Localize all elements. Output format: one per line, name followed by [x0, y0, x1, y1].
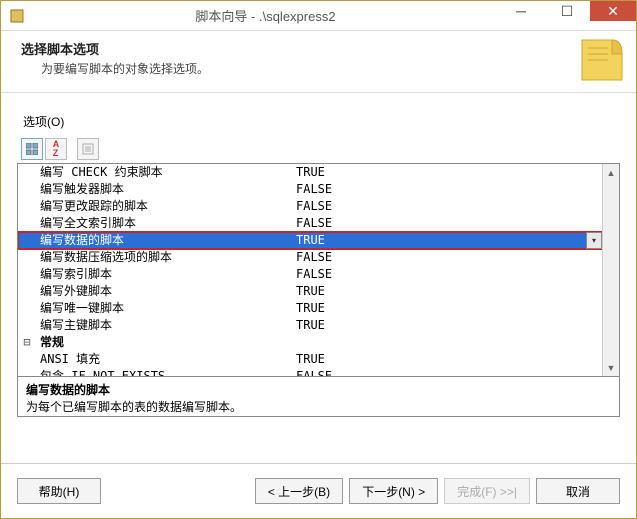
grid-row[interactable]: 编写唯一键脚本TRUE — [18, 300, 602, 317]
grid-row[interactable]: 编写更改跟踪的脚本FALSE — [18, 198, 602, 215]
grid-toolbar: AZ — [21, 138, 620, 160]
grid-row[interactable]: 包含 IF NOT EXISTSFALSE — [18, 368, 602, 377]
alphabetical-view-button[interactable]: AZ — [45, 138, 67, 160]
indent — [18, 300, 36, 317]
categorized-view-button[interactable] — [21, 138, 43, 160]
grid-row[interactable]: 编写外键脚本TRUE — [18, 283, 602, 300]
grid-row-label: 编写外键脚本 — [36, 283, 294, 300]
scrollbar[interactable]: ▲ ▼ — [602, 164, 619, 376]
window-buttons: ─ ☐ ✕ — [498, 1, 636, 30]
wizard-header: 选择脚本选项 为要编写脚本的对象选择选项。 — [1, 31, 636, 93]
indent — [18, 368, 36, 377]
wizard-body: 选项(O) AZ 编写 CHECK 约束脚本TRUE编写触发器脚本FALSE编写… — [1, 93, 636, 417]
grid-row-value[interactable]: TRUE — [294, 164, 602, 181]
grid-row[interactable]: 编写 CHECK 约束脚本TRUE — [18, 164, 602, 181]
grid-row[interactable]: 编写索引脚本FALSE — [18, 266, 602, 283]
grid-row-label: 编写索引脚本 — [36, 266, 294, 283]
scroll-up-icon[interactable]: ▲ — [603, 164, 619, 181]
grid-row-label: 编写全文索引脚本 — [36, 215, 294, 232]
options-grid[interactable]: 编写 CHECK 约束脚本TRUE编写触发器脚本FALSE编写更改跟踪的脚本FA… — [17, 163, 620, 377]
page-subtitle: 为要编写脚本的对象选择选项。 — [41, 60, 616, 77]
grid-category[interactable]: ⊟常规 — [18, 334, 602, 351]
grid-row-value[interactable]: FALSE — [294, 198, 602, 215]
indent — [18, 266, 36, 283]
help-button[interactable]: 帮助(H) — [17, 478, 101, 504]
grid-row-value[interactable]: TRUE — [294, 283, 602, 300]
page-title: 选择脚本选项 — [21, 39, 616, 58]
grid-row[interactable]: 编写触发器脚本FALSE — [18, 181, 602, 198]
indent — [18, 249, 36, 266]
grid-row[interactable]: 编写数据压缩选项的脚本FALSE — [18, 249, 602, 266]
wizard-icon — [578, 36, 626, 84]
cancel-button[interactable]: 取消 — [536, 478, 620, 504]
indent — [18, 164, 36, 181]
indent — [18, 198, 36, 215]
grid-row[interactable]: 编写数据的脚本TRUE — [18, 232, 602, 249]
indent — [18, 351, 36, 368]
description-title: 编写数据的脚本 — [26, 381, 611, 398]
scroll-down-icon[interactable]: ▼ — [603, 359, 619, 376]
grid-row-value[interactable]: FALSE — [294, 181, 602, 198]
chevron-down-icon[interactable]: ▾ — [586, 232, 602, 249]
grid-row-value[interactable]: TRUE — [294, 351, 602, 368]
grid-row-value[interactable]: TRUE — [294, 232, 602, 249]
grid-row-value[interactable]: FALSE — [294, 215, 602, 232]
next-button[interactable]: 下一步(N) > — [349, 478, 438, 504]
maximize-button[interactable]: ☐ — [544, 1, 590, 21]
description-box: 编写数据的脚本 为每个已编写脚本的表的数据编写脚本。 — [17, 377, 620, 417]
close-button[interactable]: ✕ — [590, 1, 636, 21]
window-title: 脚本向导 - .\sqlexpress2 — [33, 6, 498, 25]
grid-row-label: 编写更改跟踪的脚本 — [36, 198, 294, 215]
indent — [18, 181, 36, 198]
collapse-icon[interactable]: ⊟ — [18, 334, 36, 351]
grid-row-label: 编写数据压缩选项的脚本 — [36, 249, 294, 266]
grid-row[interactable]: ANSI 填充TRUE — [18, 351, 602, 368]
grid-row[interactable]: 编写全文索引脚本FALSE — [18, 215, 602, 232]
app-icon — [9, 8, 25, 24]
grid-row-label: 常规 — [36, 334, 294, 351]
grid-row-value[interactable]: FALSE — [294, 368, 602, 377]
options-label: 选项(O) — [23, 113, 620, 130]
description-text: 为每个已编写脚本的表的数据编写脚本。 — [26, 398, 611, 415]
grid-row-value[interactable]: TRUE — [294, 317, 602, 334]
grid-row-value[interactable]: FALSE — [294, 249, 602, 266]
button-row: 帮助(H) < 上一步(B) 下一步(N) > 完成(F) >>| 取消 — [1, 463, 636, 518]
indent — [18, 283, 36, 300]
back-button[interactable]: < 上一步(B) — [255, 478, 343, 504]
finish-button[interactable]: 完成(F) >>| — [444, 478, 530, 504]
minimize-button[interactable]: ─ — [498, 1, 544, 21]
wizard-window: 脚本向导 - .\sqlexpress2 ─ ☐ ✕ 选择脚本选项 为要编写脚本… — [0, 0, 637, 519]
grid-row[interactable]: 编写主键脚本TRUE — [18, 317, 602, 334]
indent — [18, 215, 36, 232]
indent — [18, 232, 36, 249]
scroll-track[interactable] — [603, 181, 619, 359]
grid-row-label: 编写主键脚本 — [36, 317, 294, 334]
grid-row-label: 包含 IF NOT EXISTS — [36, 368, 294, 377]
grid-row-value[interactable]: FALSE — [294, 266, 602, 283]
grid-row-label: 编写 CHECK 约束脚本 — [36, 164, 294, 181]
grid-row-label: 编写数据的脚本 — [36, 232, 294, 249]
grid-row-label: ANSI 填充 — [36, 351, 294, 368]
indent — [18, 317, 36, 334]
titlebar: 脚本向导 - .\sqlexpress2 ─ ☐ ✕ — [1, 1, 636, 31]
grid-row-label: 编写触发器脚本 — [36, 181, 294, 198]
grid-row-label: 编写唯一键脚本 — [36, 300, 294, 317]
grid-row-value[interactable]: TRUE — [294, 300, 602, 317]
property-pages-button[interactable] — [77, 138, 99, 160]
